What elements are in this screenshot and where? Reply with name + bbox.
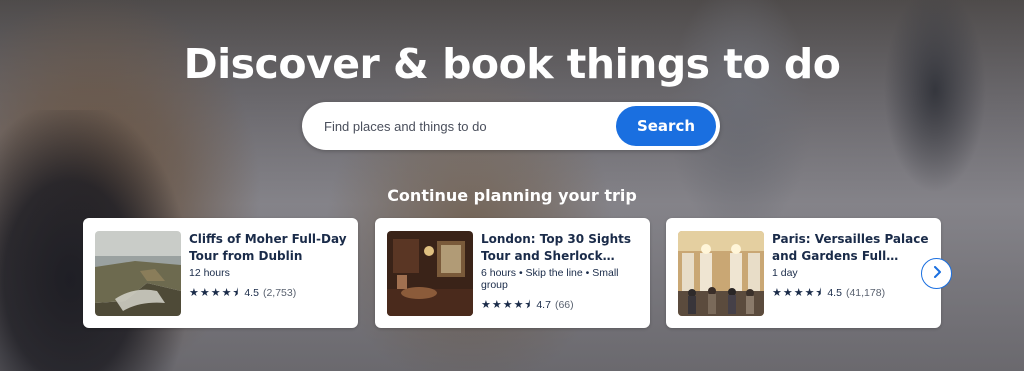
card-rating: ★ ★ ★ ★ ⯨ 4.5 (41,178) <box>772 287 933 299</box>
activity-card-versailles[interactable]: Paris: Versailles Palace and Gardens Ful… <box>666 218 941 328</box>
star-rating-icon: ★ ★ ★ ★ ⯨ <box>772 286 822 299</box>
rating-value: 4.7 <box>536 299 551 311</box>
activity-card-london-sights[interactable]: London: Top 30 Sights Tour and Sherlock … <box>375 218 650 328</box>
card-duration: 1 day <box>772 267 798 279</box>
card-title: Paris: Versailles Palace and Gardens Ful… <box>772 232 929 263</box>
hall-of-mirrors-photo <box>678 231 764 316</box>
card-rating: ★ ★ ★ ★ ⯨ 4.7 (66) <box>481 299 642 311</box>
rating-value: 4.5 <box>827 287 842 299</box>
card-duration: 6 hours • Skip the line • Small group <box>481 267 619 291</box>
coastal-cliffs-photo <box>95 231 181 316</box>
search-button[interactable]: Search <box>616 106 716 146</box>
section-title: Continue planning your trip <box>387 186 637 205</box>
card-title: Cliffs of Moher Full-Day Tour from Dubli… <box>189 232 347 263</box>
search-input[interactable] <box>324 102 604 150</box>
star-rating-icon: ★ ★ ★ ★ ⯨ <box>189 286 239 299</box>
hero-title: Discover & book things to do <box>183 40 841 88</box>
star-rating-icon: ★ ★ ★ ★ ⯨ <box>481 298 531 311</box>
review-count: (2,753) <box>262 287 297 299</box>
carousel-next-button[interactable] <box>921 258 952 289</box>
card-rating: ★ ★ ★ ★ ⯨ 4.5 (2,753) <box>189 287 350 299</box>
review-count: (41,178) <box>845 287 886 299</box>
chevron-right-icon <box>932 265 942 283</box>
review-count: (66) <box>554 299 574 311</box>
victorian-room-photo <box>387 231 473 316</box>
card-title: London: Top 30 Sights Tour and Sherlock … <box>481 232 632 263</box>
card-duration: 12 hours <box>189 267 230 279</box>
activity-card-cliffs-of-moher[interactable]: Cliffs of Moher Full-Day Tour from Dubli… <box>83 218 358 328</box>
rating-value: 4.5 <box>244 287 259 299</box>
search-bar: Search <box>302 102 720 150</box>
